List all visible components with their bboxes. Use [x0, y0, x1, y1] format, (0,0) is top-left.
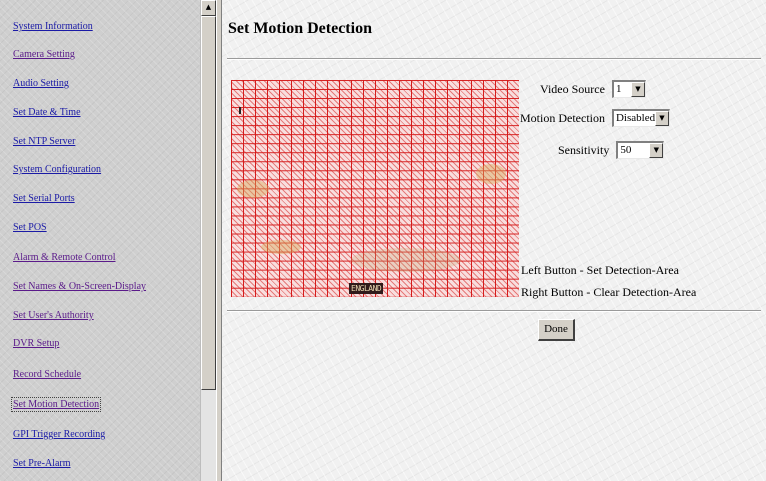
nav-link-camera-setting[interactable]: Camera Setting	[13, 49, 75, 60]
nav-link-dvr-setup[interactable]: DVR Setup	[13, 338, 59, 349]
nav-item-set-pre-alarm: Set Pre-Alarm	[13, 458, 71, 470]
osd-camera-label: ENGLAND	[349, 283, 384, 294]
divider	[227, 58, 761, 60]
sensitivity-select[interactable]: 50 ▼	[616, 141, 665, 159]
motion-detection-grid[interactable]: ENGLAND	[231, 80, 519, 297]
nav-item-system-information: System Information	[13, 21, 93, 33]
nav-item-set-serial-ports: Set Serial Ports	[13, 193, 75, 205]
nav-link-set-ntp-server[interactable]: Set NTP Server	[13, 136, 75, 147]
nav-item-set-motion-detection: Set Motion Detection	[10, 397, 102, 412]
page-title: Set Motion Detection	[228, 20, 372, 37]
nav-link-set-users-authority[interactable]: Set User's Authority	[13, 310, 94, 321]
left-button-instruction: Left Button - Set Detection-Area	[521, 263, 679, 277]
sensitivity-value: 50	[620, 144, 632, 156]
nav-link-set-serial-ports[interactable]: Set Serial Ports	[13, 193, 75, 204]
motion-detection-label: Motion Detection	[520, 110, 605, 125]
up-arrow-icon: ▲	[205, 3, 212, 11]
scroll-up-button[interactable]: ▲	[201, 0, 216, 16]
motion-detection-value: Disabled	[615, 112, 656, 124]
nav-item-dvr-setup: DVR Setup	[13, 338, 59, 350]
divider	[227, 310, 761, 312]
right-button-instruction: Right Button - Clear Detection-Area	[521, 285, 697, 299]
motion-detection-select[interactable]: Disabled ▼	[611, 109, 670, 127]
video-source-row: Video Source 1 ▼	[540, 80, 646, 98]
nav-item-set-pos: Set POS	[13, 222, 47, 234]
chevron-down-icon[interactable]: ▼	[630, 82, 645, 97]
video-source-select[interactable]: 1 ▼	[611, 80, 646, 98]
nav-link-record-schedule[interactable]: Record Schedule	[13, 369, 81, 380]
nav-item-set-date-time: Set Date & Time	[13, 107, 81, 119]
cursor-mark	[239, 107, 241, 114]
video-image-region	[476, 164, 506, 184]
nav-link-set-names-osd[interactable]: Set Names & On-Screen-Display	[13, 281, 146, 292]
chevron-down-icon[interactable]: ▼	[654, 111, 669, 126]
nav-item-set-ntp-server: Set NTP Server	[13, 136, 75, 148]
nav-scrollbar[interactable]: ▲	[200, 0, 216, 481]
nav-item-set-users-authority: Set User's Authority	[13, 310, 94, 322]
nav-link-audio-setting[interactable]: Audio Setting	[13, 78, 69, 89]
main-frame: Set Motion Detection ENGLAND Video Sourc…	[222, 0, 766, 481]
nav-item-audio-setting: Audio Setting	[13, 78, 69, 90]
nav-link-set-pre-alarm[interactable]: Set Pre-Alarm	[13, 458, 71, 469]
done-button[interactable]: Done	[538, 319, 575, 341]
nav-link-system-information[interactable]: System Information	[13, 21, 93, 32]
sensitivity-row: Sensitivity 50 ▼	[558, 141, 665, 159]
nav-link-set-motion-detection[interactable]: Set Motion Detection	[10, 397, 102, 412]
nav-item-alarm-remote-control: Alarm & Remote Control	[13, 252, 116, 264]
nav-item-camera-setting: Camera Setting	[13, 49, 75, 61]
motion-detection-row: Motion Detection Disabled ▼	[520, 109, 670, 127]
video-source-value: 1	[615, 83, 622, 95]
nav-link-set-pos[interactable]: Set POS	[13, 222, 47, 233]
nav-link-alarm-remote-control[interactable]: Alarm & Remote Control	[13, 252, 116, 263]
nav-item-system-configuration: System Configuration	[13, 164, 101, 176]
nav-link-set-date-time[interactable]: Set Date & Time	[13, 107, 81, 118]
video-image-region	[237, 180, 269, 198]
video-source-label: Video Source	[540, 81, 605, 96]
chevron-down-icon[interactable]: ▼	[649, 143, 664, 158]
video-image-region	[351, 248, 461, 272]
nav-item-set-names-osd: Set Names & On-Screen-Display	[13, 281, 146, 293]
nav-item-record-schedule: Record Schedule	[13, 369, 81, 381]
nav-link-gpi-trigger-recording[interactable]: GPI Trigger Recording	[13, 429, 105, 440]
nav-link-system-configuration[interactable]: System Configuration	[13, 164, 101, 175]
nav-frame: System Information Camera Setting Audio …	[0, 0, 200, 481]
nav-item-gpi-trigger-recording: GPI Trigger Recording	[13, 429, 105, 441]
sensitivity-label: Sensitivity	[558, 142, 610, 157]
scrollbar-thumb[interactable]	[201, 16, 216, 390]
video-image-region	[261, 240, 301, 254]
